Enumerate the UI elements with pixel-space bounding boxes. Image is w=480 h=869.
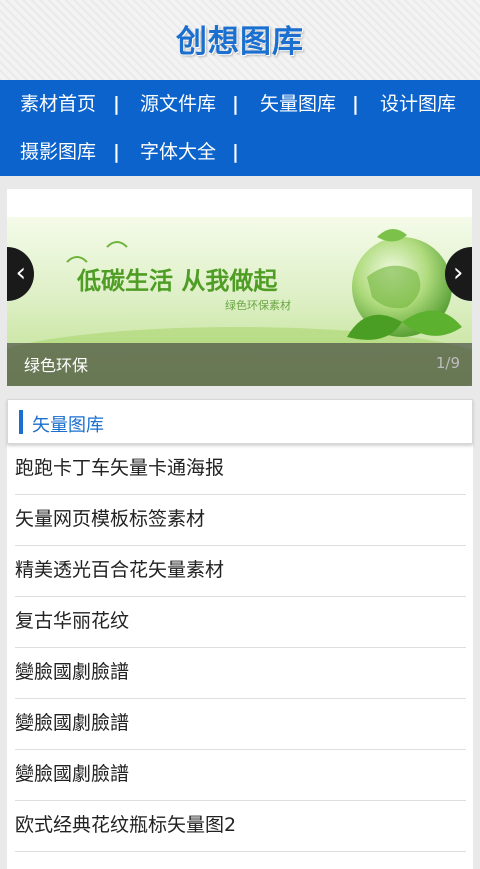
image-slider[interactable]: 低碳生活 从我做起 绿色环保素材 绿色环保 1/9 ‹ › [7,189,472,386]
list-item[interactable]: 變臉國劇臉譜 [15,648,466,699]
nav-item-source-files[interactable]: 源文件库 [140,80,216,128]
site-title[interactable]: 创想图库 [0,16,480,61]
list-item[interactable]: 變臉國劇臉譜 [15,699,466,750]
nav-item-font-collection[interactable]: 字体大全 [140,128,216,176]
banner-subtext: 绿色环保素材 [225,298,291,312]
list-item[interactable]: 欧式经典花纹瓶标矢量图2 [15,801,466,852]
chevron-right-icon: › [453,258,464,288]
section-accent-bar [19,410,23,434]
nav-item-photo-library[interactable]: 摄影图库 [20,128,96,176]
banner-headline: 低碳生活 从我做起 [76,267,278,295]
section-title: 矢量图库 [32,415,104,436]
slide-counter: 1/9 [435,354,460,372]
resource-list: 跑跑卡丁车矢量卡通海报 矢量网页模板标签素材 精美透光百合花矢量素材 复古华丽花… [15,444,466,852]
app-header: 创想图库 [0,0,480,80]
chevron-left-icon: ‹ [15,258,26,288]
vector-library-panel: 矢量图库 跑跑卡丁车矢量卡通海报 矢量网页模板标签素材 精美透光百合花矢量素材 … [7,399,473,869]
list-item[interactable]: 精美透光百合花矢量素材 [15,546,466,597]
nav-item-design-library[interactable]: 设计图库 [380,80,456,128]
nav-separator: | [232,93,239,115]
section-header[interactable]: 矢量图库 [7,399,473,444]
slide-caption: 绿色环保 [24,356,89,375]
list-item[interactable]: 复古华丽花纹 [15,597,466,648]
main-nav: 素材首页 | 源文件库 | 矢量图库 | 设计图库 摄影图库 | 字体大全 | [0,80,480,176]
nav-item-vector-library[interactable]: 矢量图库 [260,80,336,128]
nav-separator: | [232,141,239,163]
list-item[interactable]: 矢量网页模板标签素材 [15,495,466,546]
nav-separator: | [113,141,120,163]
list-item[interactable]: 變臉國劇臉譜 [15,750,466,801]
nav-separator: | [113,93,120,115]
list-item[interactable]: 跑跑卡丁车矢量卡通海报 [15,444,466,495]
nav-item-material-home[interactable]: 素材首页 [20,80,96,128]
nav-separator: | [352,93,359,115]
